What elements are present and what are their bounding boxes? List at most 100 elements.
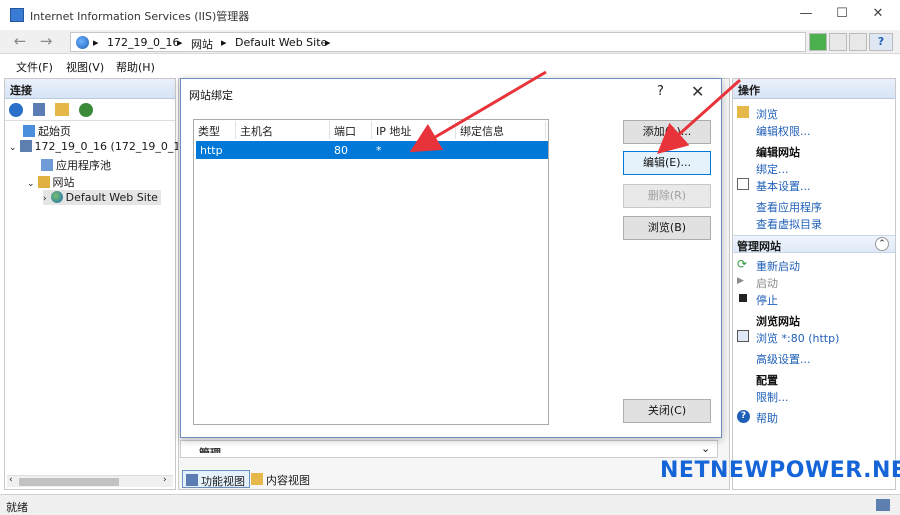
action-start[interactable]: 启动 [756,275,778,291]
app-pool-icon [41,159,53,171]
action-advanced-settings[interactable]: 高级设置... [756,351,811,367]
menu-help[interactable]: 帮助(H) [116,59,155,75]
action-limits[interactable]: 限制... [756,389,789,405]
action-help[interactable]: 帮助 [756,410,778,426]
server-icon [19,140,32,152]
tree-default-web-site[interactable]: › Default Web Site [43,190,161,205]
scroll-down-icon[interactable]: ⌄ [701,442,710,455]
save-icon[interactable] [33,103,45,116]
action-restart[interactable]: 重新启动 [756,258,800,274]
tree-app-pools[interactable]: 应用程序池 [41,157,111,173]
action-edit-permissions[interactable]: 编辑权限... [756,123,811,139]
features-view-icon [186,474,198,486]
cell-type: http [200,144,223,157]
breadcrumb-sites[interactable]: 网站 [191,36,213,52]
settings-icon [737,178,749,190]
tab-features-view[interactable]: 功能视图 [182,470,250,488]
browse-button[interactable]: 浏览(B) [623,216,711,240]
browse-folder-icon [737,106,749,118]
collapse-section-icon[interactable]: ⌃ [875,237,889,251]
tree-server[interactable]: ⌄ 172_19_0_16 (172_19_0_16\ [9,140,191,153]
dialog-help-button[interactable]: ? [657,84,664,99]
breadcrumb-server[interactable]: 172_19_0_16 [107,36,180,49]
section-browse-site: 浏览网站 [756,315,800,328]
title-bar: Internet Information Services (IIS)管理器 —… [0,0,900,30]
back-button[interactable]: ← [10,33,30,51]
breadcrumb-default-site[interactable]: Default Web Site [235,36,327,49]
horizontal-scrollbar[interactable]: ‹ › [7,475,173,487]
menu-view[interactable]: 视图(V) [66,59,104,75]
group-header-partial: 管理 [199,445,221,453]
action-browse[interactable]: 浏览 [756,106,778,122]
forward-button[interactable]: → [36,33,56,51]
status-bar: 就绪 [0,494,900,515]
action-browse-port-80[interactable]: 浏览 *:80 (http) [756,330,839,346]
manage-site-section-header[interactable]: 管理网站 ⌃ [733,235,895,253]
menu-bar: 文件(F) 视图(V) 帮助(H) [0,55,900,75]
action-view-applications[interactable]: 查看应用程序 [756,199,822,215]
minimize-button[interactable]: — [796,6,816,24]
content-view-icon [251,473,263,485]
restart-icon: ⟳ [737,257,748,271]
cell-ip: * [376,144,382,157]
column-header-ip[interactable]: IP 地址 [372,121,456,139]
section-configure: 配置 [756,374,778,387]
action-view-virtual-dirs[interactable]: 查看虚拟目录 [756,216,822,232]
tab-content-view[interactable]: 内容视图 [248,470,314,488]
action-bindings[interactable]: 绑定... [756,161,789,177]
help-icon: ? [737,410,750,423]
table-row[interactable]: http 80 * [196,141,548,159]
actions-pane: 操作 浏览 编辑权限... 编辑网站 绑定... 基本设置... 查看应用程序 … [732,78,896,490]
help-icon[interactable]: ? [869,33,893,51]
column-header-info[interactable]: 绑定信息 [456,121,546,139]
maximize-button[interactable]: ☐ [832,6,852,24]
stop-icon [739,294,747,302]
dialog-close-button[interactable]: 关闭(C) [623,399,711,423]
site-bindings-dialog: 网站绑定 ? ✕ 类型 主机名 端口 IP 地址 绑定信息 http 80 * … [180,78,722,438]
tree-sites[interactable]: ⌄ 网站 [27,174,75,190]
cell-port: 80 [334,144,348,157]
iis-app-icon [10,8,24,22]
view-tabs: 功能视图 内容视图 [182,470,730,490]
column-header-host[interactable]: 主机名 [236,121,330,139]
action-stop[interactable]: 停止 [756,292,778,308]
edit-button[interactable]: 编辑(E)... [623,151,711,175]
status-text: 就绪 [6,501,28,514]
remove-button[interactable]: 删除(R) [623,184,711,208]
connections-pane: 连接 起始页 ⌄ 172_19_0_16 (172_19_0_16\ 应用程序池 … [4,78,191,490]
start-icon: ▶ [737,276,744,286]
bindings-list[interactable]: 类型 主机名 端口 IP 地址 绑定信息 http 80 * [193,119,549,425]
collapse-chevron-icon[interactable]: ⌄ [27,179,35,189]
add-button[interactable]: 添加(A)... [623,120,711,144]
menu-file[interactable]: 文件(F) [16,59,53,75]
up-folder-icon[interactable] [55,103,69,116]
close-button[interactable]: ✕ [868,6,888,24]
connect-icon[interactable] [809,33,827,51]
tree-start-page[interactable]: 起始页 [23,123,71,139]
window-title: Internet Information Services (IIS)管理器 [30,10,250,23]
section-manage-site: 管理网站 [737,240,781,253]
scroll-right-icon[interactable]: › [163,475,167,485]
breadcrumb-sep-icon: ▸ [93,36,99,49]
home-icon[interactable] [849,33,867,51]
action-basic-settings[interactable]: 基本设置... [756,178,811,194]
globe-icon [76,36,89,49]
breadcrumb[interactable]: ▸ 172_19_0_16 ▸ 网站 ▸ Default Web Site ▸ [70,32,806,52]
column-header-type[interactable]: 类型 [194,121,236,139]
column-header-port[interactable]: 端口 [330,121,372,139]
expand-chevron-icon[interactable]: › [43,194,47,204]
actions-header: 操作 [733,79,895,99]
network-status-icon [876,499,890,511]
start-page-icon [23,125,35,137]
scroll-left-icon[interactable]: ‹ [9,475,13,485]
stop-icon[interactable] [829,33,847,51]
scroll-thumb[interactable] [19,478,119,486]
connect-globe-icon[interactable] [9,103,23,117]
breadcrumb-sep-icon: ▸ [221,36,227,49]
dialog-close-icon[interactable]: ✕ [691,82,704,101]
collapse-chevron-icon[interactable]: ⌄ [9,143,17,153]
sites-folder-icon [37,176,50,188]
features-scroll-strip: 管理 ⌄ [180,440,718,458]
section-edit-site: 编辑网站 [756,146,800,159]
disconnect-icon[interactable] [79,103,93,117]
